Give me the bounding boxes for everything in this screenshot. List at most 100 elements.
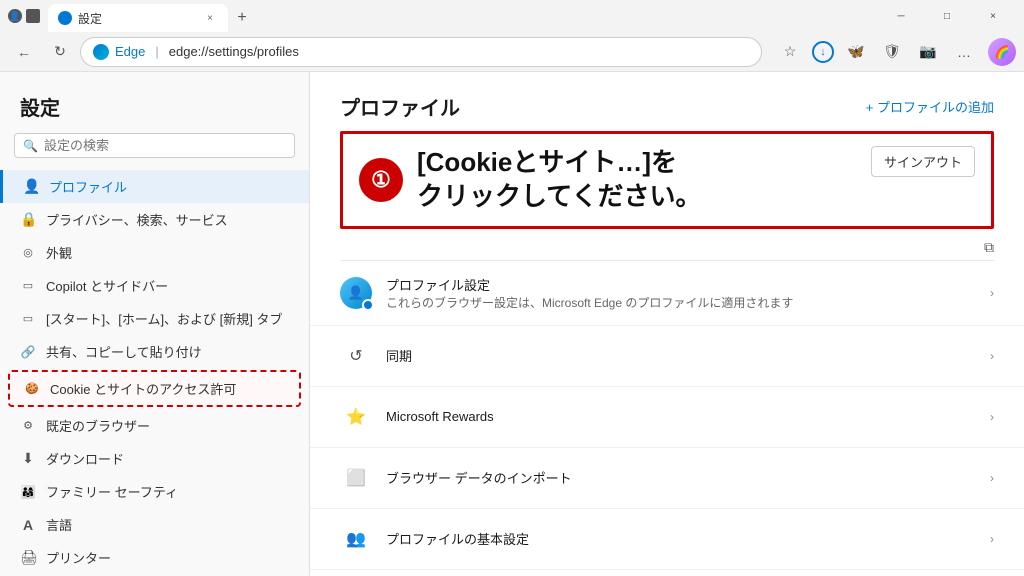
sidebar: 設定 🔍 👤 プロファイル 🔒 プライバシー、検索、サービス ◎ 外観 ▭ Co… — [0, 72, 310, 576]
sidebar-item-label: 既定のブラウザー — [46, 416, 150, 435]
tab-close-button[interactable]: × — [202, 10, 218, 26]
settings-item-rewards[interactable]: ⭐ Microsoft Rewards › — [310, 387, 1024, 448]
sidebar-item-label: Cookie とサイトのアクセス許可 — [50, 379, 236, 398]
appearance-icon: ◎ — [20, 246, 36, 259]
sidebar-item-cookie[interactable]: 🍪 Cookie とサイトのアクセス許可 — [8, 370, 301, 407]
download-icon: ⬇ — [20, 450, 36, 467]
chevron-icon: › — [990, 286, 994, 300]
sidebar-item-copilot[interactable]: ▭ Copilot とサイドバー — [0, 269, 309, 302]
active-tab[interactable]: 設定 × — [48, 4, 228, 32]
new-tab-button[interactable]: + — [228, 4, 256, 32]
chevron-icon: › — [990, 410, 994, 424]
sidebar-item-start[interactable]: ▭ [スタート]、[ホーム]、および [新規] タブ — [0, 302, 309, 335]
sidebar-item-label: プロファイル — [49, 177, 127, 196]
sidebar-item-privacy[interactable]: 🔒 プライバシー、検索、サービス — [0, 203, 309, 236]
profile-avatar: 👤 — [340, 277, 372, 309]
settings-item-profile-settings[interactable]: 👤 プロファイル設定 これらのブラウザー設定は、Microsoft Edge の… — [310, 261, 1024, 326]
cookie-icon: 🍪 — [24, 382, 40, 395]
close-button[interactable]: × — [970, 0, 1016, 32]
refresh-button[interactable]: ↻ — [44, 36, 76, 68]
settings-item-import[interactable]: ⬜ ブラウザー データのインポート › — [310, 448, 1024, 509]
import-text: ブラウザー データのインポート — [386, 468, 976, 487]
window-controls: ─ □ × — [878, 0, 1016, 32]
titlebar-tabs: 設定 × + — [48, 0, 878, 32]
sidebar-item-label: 外観 — [46, 243, 72, 262]
start-icon: ▭ — [20, 312, 36, 325]
sidebar-item-family[interactable]: 👨‍👩‍👧 ファミリー セーフティ — [0, 475, 309, 508]
address-bar[interactable]: Edge | edge://settings/profiles — [80, 37, 762, 67]
addressbar: ← ↻ Edge | edge://settings/profiles ☆ ↓ … — [0, 32, 1024, 72]
sidebar-item-label: ダウンロード — [46, 449, 124, 468]
family-icon: 👨‍👩‍👧 — [20, 485, 36, 499]
language-icon: A — [20, 517, 36, 533]
rewards-title: Microsoft Rewards — [386, 409, 976, 424]
profile-avatar-button[interactable]: 🌈 — [988, 38, 1016, 66]
main-layout: 設定 🔍 👤 プロファイル 🔒 プライバシー、検索、サービス ◎ 外観 ▭ Co… — [0, 72, 1024, 576]
sidebar-item-label: ファミリー セーフティ — [46, 482, 178, 501]
sidebar-item-download[interactable]: ⬇ ダウンロード — [0, 442, 309, 475]
add-profile-button[interactable]: + プロファイルの追加 — [866, 97, 994, 116]
basic-title: プロファイルの基本設定 — [386, 529, 976, 548]
chevron-icon: › — [990, 532, 994, 546]
sidebar-item-profile[interactable]: 👤 プロファイル — [0, 170, 309, 203]
edge-favicon — [93, 44, 109, 60]
sidebar-item-printer[interactable]: 🖨 プリンター — [0, 541, 309, 574]
add-profile-label: + プロファイルの追加 — [866, 97, 994, 116]
content-title: プロファイル — [340, 92, 460, 121]
sync-title: 同期 — [386, 346, 976, 365]
settings-item-sync[interactable]: ↺ 同期 › — [310, 326, 1024, 387]
profile-settings-title: プロファイル設定 — [386, 275, 976, 294]
signout-button[interactable]: サインアウト — [871, 146, 975, 177]
profile-settings-desc: これらのブラウザー設定は、Microsoft Edge のプロファイルに適用され… — [386, 294, 976, 311]
back-button[interactable]: ← — [8, 36, 40, 68]
sidebar-title: 設定 — [0, 72, 309, 133]
annotation-number: ① — [359, 158, 403, 202]
browser-essentials-button[interactable]: 🛡 — [876, 36, 908, 68]
collections-button[interactable]: 🦋 — [840, 36, 872, 68]
more-button[interactable]: … — [948, 36, 980, 68]
tab-title: 設定 — [78, 10, 102, 27]
window-tabs-icon — [26, 9, 40, 23]
profile-settings-icon: 👤 — [340, 277, 372, 309]
content-area: プロファイル + プロファイルの追加 ① [Cookieとサイト…]をクリックし… — [310, 72, 1024, 576]
rewards-icon: ⭐ — [340, 401, 372, 433]
sidebar-item-language[interactable]: A 言語 — [0, 508, 309, 541]
minimize-button[interactable]: ─ — [878, 0, 924, 32]
download-button[interactable]: ↓ — [812, 41, 834, 63]
sidebar-item-label: プリンター — [46, 548, 111, 567]
screenshot-button[interactable]: 📷 — [912, 36, 944, 68]
sync-icon: ↺ — [340, 340, 372, 372]
basic-text: プロファイルの基本設定 — [386, 529, 976, 548]
copilot-icon: ▭ — [20, 279, 36, 292]
url-prefix: Edge — [115, 44, 145, 59]
sidebar-item-label: 言語 — [46, 515, 72, 534]
sidebar-item-share[interactable]: 🔗 共有、コピーして貼り付け — [0, 335, 309, 368]
chevron-icon: › — [990, 349, 994, 363]
url-path: edge://settings/profiles — [169, 44, 299, 59]
address-actions: ☆ ↓ 🦋 🛡 📷 … — [774, 36, 980, 68]
sidebar-item-browser[interactable]: ⚙ 既定のブラウザー — [0, 409, 309, 442]
chevron-icon: › — [990, 471, 994, 485]
share-icon: 🔗 — [20, 345, 36, 359]
profile-badge — [362, 299, 374, 311]
external-link-icon[interactable]: ⧉ — [984, 239, 994, 256]
titlebar: 👤 設定 × + ─ □ × — [0, 0, 1024, 32]
import-icon: ⬜ — [340, 462, 372, 494]
favorites-button[interactable]: ☆ — [774, 36, 806, 68]
browser-icon: ⚙ — [20, 419, 36, 432]
url-separator: | — [155, 44, 158, 59]
profile-settings-text: プロファイル設定 これらのブラウザー設定は、Microsoft Edge のプロ… — [386, 275, 976, 311]
sidebar-item-label: [スタート]、[ホーム]、および [新規] タブ — [46, 309, 283, 328]
basic-icon: 👥 — [340, 523, 372, 555]
annotation-box: ① [Cookieとサイト…]をクリックしてください。 サインアウト — [340, 131, 994, 229]
search-input[interactable] — [44, 138, 286, 153]
search-icon: 🔍 — [23, 139, 38, 153]
sidebar-item-appearance[interactable]: ◎ 外観 — [0, 236, 309, 269]
sidebar-item-label: 共有、コピーして貼り付け — [46, 342, 202, 361]
rewards-text: Microsoft Rewards — [386, 409, 976, 424]
profile-icon: 👤 — [23, 178, 39, 195]
maximize-button[interactable]: □ — [924, 0, 970, 32]
settings-item-windows[interactable]: ⊞ 閲覧データを他の Windows 機能と共有する › — [310, 570, 1024, 576]
sidebar-search[interactable]: 🔍 — [14, 133, 295, 158]
settings-item-basic[interactable]: 👥 プロファイルの基本設定 › — [310, 509, 1024, 570]
